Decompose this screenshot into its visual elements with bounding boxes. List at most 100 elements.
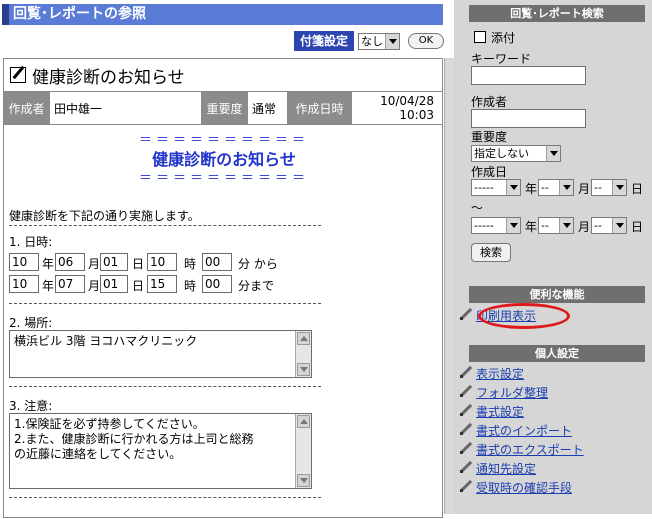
tag-setting-select[interactable]: なし [358, 32, 400, 50]
from-suffix: 分 から [238, 257, 278, 271]
chevron-down-icon [506, 218, 520, 233]
priority-filter-label: 重要度 [471, 130, 508, 144]
pencil-icon [460, 480, 472, 492]
start-hour-input[interactable]: 10 [147, 253, 177, 271]
author-filter-input[interactable] [471, 109, 586, 128]
select-value: -- [594, 219, 602, 232]
tag-setting-row: 付箋設定 なし OK [293, 31, 444, 51]
note-textarea[interactable]: 1.保険証を必ず持参してください。 2.また、健康診断に行かれる方は上司と総務 … [9, 413, 312, 489]
search-panel-title: 回覧･レポート検索 [469, 5, 645, 22]
day-unit: 日 [132, 279, 145, 293]
document-header: 健康診断のお知らせ [4, 59, 442, 91]
from-year-select[interactable]: ----- [471, 179, 521, 196]
personal-item-receipt-confirm[interactable]: 受取時の確認手段 [460, 479, 572, 496]
start-day-input[interactable]: 01 [100, 253, 128, 271]
document-frame: 健康診断のお知らせ 作成者 田中雄一 重要度 通常 作成日時 10/04/28 … [3, 58, 443, 518]
place-text: 横浜ビル 3階 ヨコハマクリニック [14, 334, 198, 348]
end-minute-input[interactable]: 00 [202, 275, 232, 293]
side-panel: 回覧･レポート検索 添付 キーワード 作成者 重要度 指定しない 作成日 ---… [454, 0, 652, 514]
separator [9, 497, 321, 498]
place-textarea[interactable]: 横浜ビル 3階 ヨコハマクリニック [9, 330, 312, 378]
scroll-down-icon[interactable] [297, 474, 310, 487]
pencil-icon [460, 442, 472, 454]
priority-label: 重要度 [202, 92, 248, 124]
edit-document-icon [10, 67, 26, 83]
search-button[interactable]: 検索 [471, 243, 511, 262]
personal-item-label: 表示設定 [476, 367, 525, 381]
document-body: ＝＝＝＝＝＝＝＝＝＝ 健康診断のお知らせ ＝＝＝＝＝＝＝＝＝＝ 健康診断を下記の… [4, 125, 442, 519]
chevron-down-icon [612, 180, 626, 195]
note-line: の近藤に連絡をしてください。 [14, 447, 182, 461]
page-scrollbar[interactable] [444, 58, 454, 514]
personal-item-label: フォルダ整理 [476, 386, 549, 400]
chevron-down-icon [612, 218, 626, 233]
chevron-down-icon [546, 146, 560, 161]
keyword-label: キーワード [471, 52, 532, 66]
year-unit: 年 [525, 220, 538, 234]
scroll-up-icon[interactable] [297, 332, 310, 345]
pencil-icon [460, 461, 472, 473]
note-line: 2.また、健康診断に行かれる方は上司と総務 [14, 432, 254, 446]
attachment-label: 添付 [491, 31, 516, 45]
select-value: -- [541, 219, 549, 232]
personal-item-folders[interactable]: フォルダ整理 [460, 384, 549, 401]
personal-item-format-settings[interactable]: 書式設定 [460, 403, 524, 420]
scroll-up-icon[interactable] [297, 415, 310, 428]
separator [9, 225, 321, 226]
from-day-select[interactable]: -- [591, 179, 627, 196]
end-hour-input[interactable]: 15 [147, 275, 177, 293]
start-month-input[interactable]: 06 [55, 253, 85, 271]
start-minute-input[interactable]: 00 [202, 253, 232, 271]
created-date: 10/04/28 [380, 94, 434, 108]
author-filter-label: 作成者 [471, 95, 508, 109]
personal-item-display-settings[interactable]: 表示設定 [460, 365, 525, 382]
month-unit: 月 [578, 182, 591, 196]
start-year-input[interactable]: 10 [9, 253, 39, 271]
useful-panel-title: 便利な機能 [469, 286, 645, 303]
tag-setting-label: 付箋設定 [293, 31, 354, 51]
highlight-ring [478, 303, 570, 329]
from-month-select[interactable]: -- [538, 179, 574, 196]
document-title: 健康診断のお知らせ [32, 67, 185, 88]
month-unit: 月 [88, 279, 101, 293]
day-unit: 日 [631, 182, 644, 196]
personal-panel-title: 個人設定 [469, 345, 645, 362]
scroll-down-icon[interactable] [297, 363, 310, 376]
to-month-select[interactable]: -- [538, 217, 574, 234]
select-value: -- [541, 181, 549, 194]
hour-unit: 時 [184, 257, 197, 271]
personal-item-format-export[interactable]: 書式のエクスポート [460, 441, 584, 458]
month-unit: 月 [88, 257, 101, 271]
keyword-input[interactable] [471, 66, 586, 85]
to-year-select[interactable]: ----- [471, 217, 521, 234]
created-label: 作成日時 [288, 92, 352, 124]
ok-button[interactable]: OK [408, 33, 444, 49]
place-scrollbar[interactable] [295, 331, 311, 377]
personal-item-notify-settings[interactable]: 通知先設定 [460, 460, 536, 477]
page-title: 回覧･レポートの参照 [2, 4, 443, 25]
to-day-select[interactable]: -- [591, 217, 627, 234]
end-month-input[interactable]: 07 [55, 275, 85, 293]
separator [9, 386, 321, 387]
author-label: 作成者 [4, 92, 50, 124]
pencil-icon [460, 308, 472, 320]
divider-bottom: ＝＝＝＝＝＝＝＝＝＝ [138, 171, 309, 186]
pencil-icon [460, 385, 472, 397]
priority-filter-value: 指定しない [474, 147, 529, 160]
main-area: 回覧･レポートの参照 付箋設定 なし OK 健康診断のお知らせ 作成者 田中雄一… [0, 0, 454, 518]
year-unit: 年 [525, 182, 538, 196]
chevron-down-icon [559, 180, 573, 195]
end-day-input[interactable]: 01 [100, 275, 128, 293]
tag-setting-value: なし [361, 34, 383, 48]
note-scrollbar[interactable] [295, 414, 311, 488]
personal-item-format-import[interactable]: 書式のインポート [460, 422, 572, 439]
to-suffix: 分まで [238, 279, 275, 293]
attachment-checkbox[interactable] [474, 31, 486, 43]
end-year-input[interactable]: 10 [9, 275, 39, 293]
author-value: 田中雄一 [50, 92, 202, 124]
month-unit: 月 [578, 220, 591, 234]
note-line: 1.保険証を必ず持参してください。 [14, 417, 205, 431]
priority-filter-select[interactable]: 指定しない [471, 145, 561, 162]
note-label: 3. 注意: [9, 399, 53, 413]
year-unit: 年 [42, 257, 55, 271]
